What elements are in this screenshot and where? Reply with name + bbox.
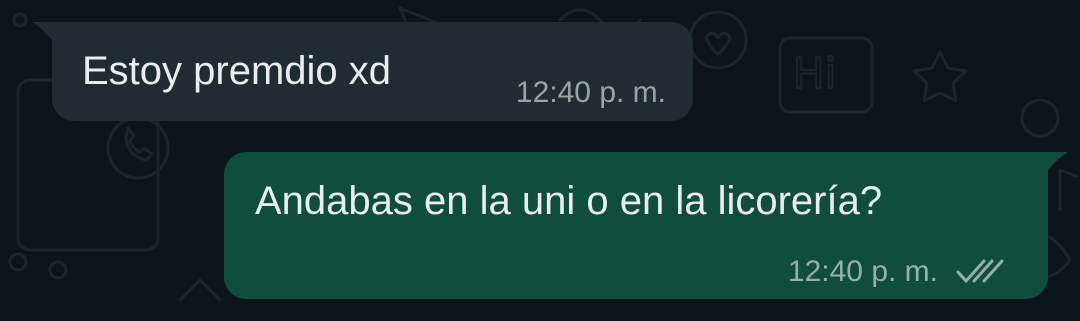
message-bubble-incoming[interactable]: Estoy premdio xd 12:40 p. m. — [32, 22, 693, 121]
wallpaper-arrow — [178, 278, 222, 302]
wallpaper-hi-text: Hi — [793, 49, 836, 98]
wallpaper-ring — [1020, 98, 1060, 138]
double-check-icon — [956, 259, 1004, 283]
message-timestamp: 12:40 p. m. — [515, 76, 666, 109]
message-timestamp: 12:40 p. m. — [787, 255, 938, 288]
wallpaper-dot-3 — [12, 12, 28, 28]
message-text: Andabas en la uni o en la licorería? — [255, 179, 883, 223]
bubble-tail-incoming — [32, 22, 54, 42]
message-text: Estoy premdio xd — [82, 49, 392, 93]
wallpaper-heart-icon — [704, 31, 732, 56]
wallpaper-star-icon — [912, 50, 968, 103]
wallpaper-dot-1 — [8, 252, 28, 272]
wallpaper-phone-icon — [124, 126, 154, 162]
wallpaper-hi-badge — [778, 36, 874, 114]
wallpaper-dot-2 — [48, 260, 68, 280]
wallpaper-heart-circle — [688, 10, 748, 70]
wallpaper-note — [1058, 168, 1078, 212]
wallpaper-phone-circle — [106, 116, 170, 180]
bubble-tail-outgoing — [1046, 152, 1068, 172]
message-bubble-outgoing[interactable]: Andabas en la uni o en la licorería? 12:… — [224, 152, 1068, 299]
